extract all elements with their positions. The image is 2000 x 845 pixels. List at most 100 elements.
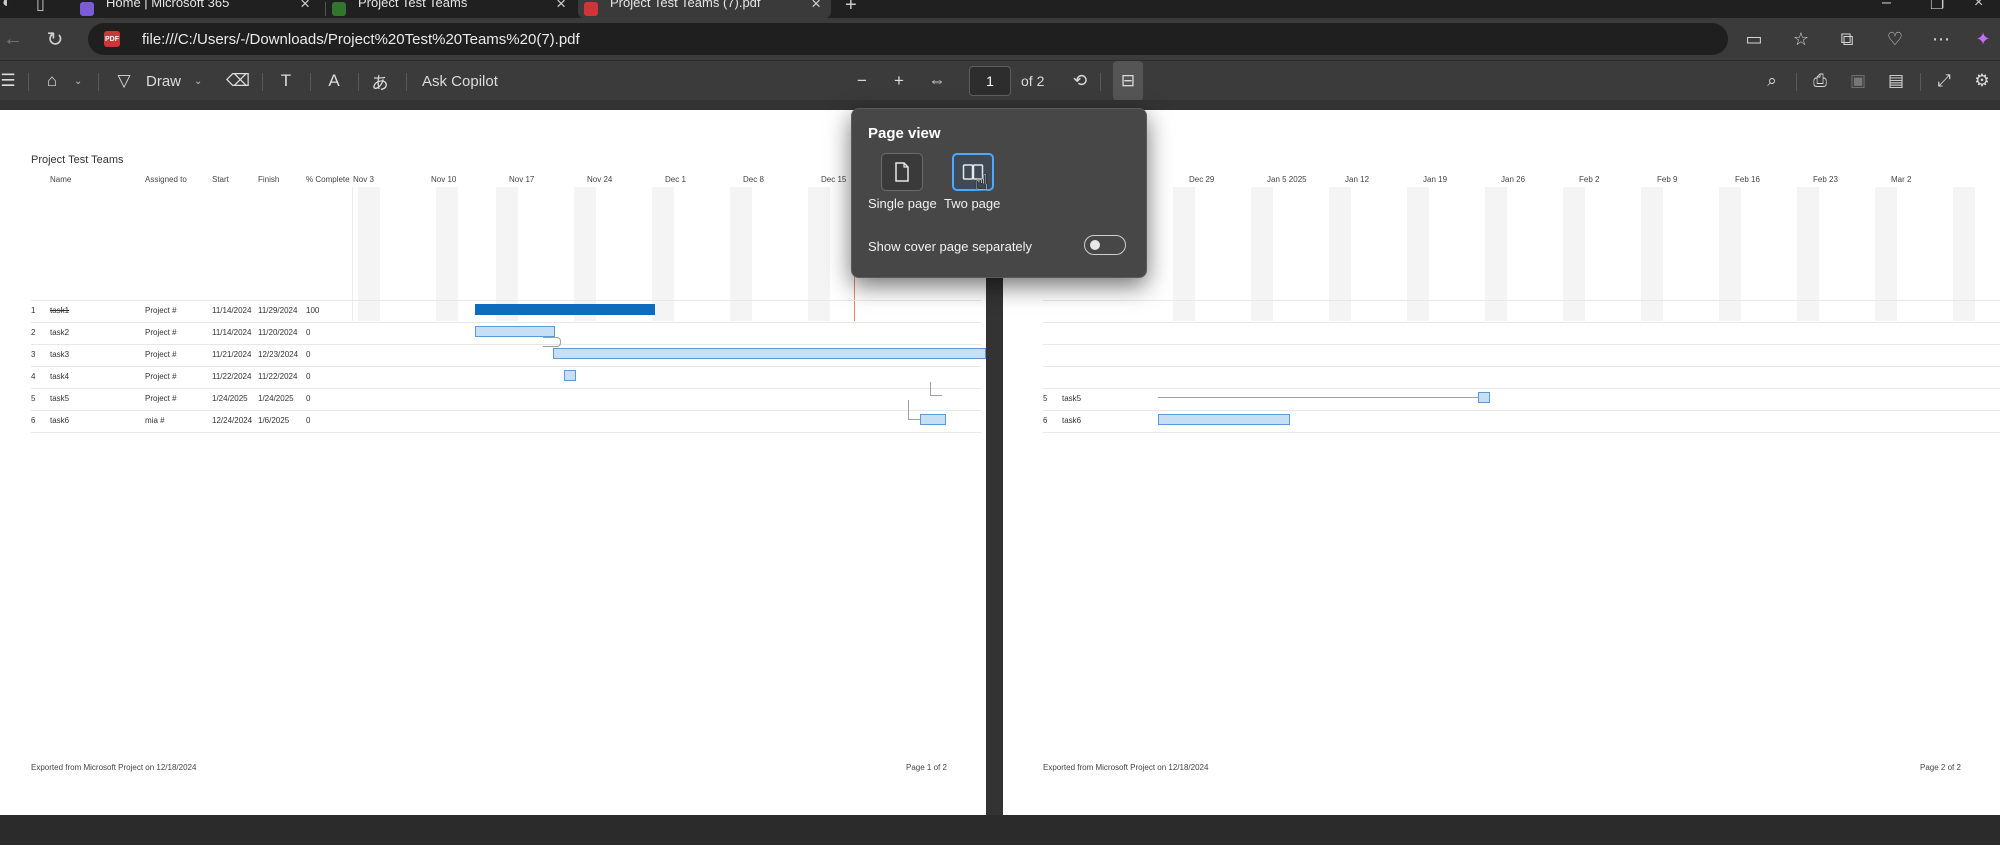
page-total: of 2 — [1021, 73, 1045, 89]
timeline-label: Feb 2 — [1579, 175, 1600, 184]
minimize-icon[interactable]: – — [1882, 0, 1891, 12]
zoom-out-icon[interactable]: − — [848, 61, 876, 101]
highlight-dropdown-icon[interactable]: ⌄ — [74, 61, 82, 101]
refresh-icon[interactable]: ↻ — [42, 26, 68, 52]
profile-icon[interactable]: ◐ — [2, 0, 12, 12]
task-finish: 11/20/2024 — [258, 328, 298, 337]
row-id: 5 — [31, 394, 36, 403]
task-name: task5 — [50, 394, 70, 403]
gantt-bar-task2 — [475, 326, 555, 337]
favorite-icon[interactable]: ☆ — [1788, 26, 1814, 52]
gantt-bar-task6-start — [920, 414, 946, 425]
pdf-file-icon: PDF — [104, 31, 120, 47]
add-text-icon[interactable]: T — [272, 61, 300, 101]
tab-project-test-teams[interactable]: Project Test Teams × — [328, 0, 576, 18]
save-icon[interactable]: ▣ — [1844, 61, 1872, 101]
zoom-in-icon[interactable]: + — [885, 61, 913, 101]
task-name: task5 — [1062, 394, 1082, 403]
more-icon[interactable]: ⋯ — [1928, 26, 1954, 52]
close-tab-icon[interactable]: × — [300, 0, 310, 14]
print-icon[interactable]: ⎙ — [1806, 61, 1834, 101]
page-footer-left: Exported from Microsoft Project on 12/18… — [1043, 763, 1209, 772]
rotate-icon[interactable]: ⟲ — [1066, 61, 1094, 101]
task-complete: 0 — [306, 416, 311, 425]
row-id: 2 — [31, 328, 36, 337]
viewer-bottom — [0, 815, 2000, 845]
task-name: task6 — [1062, 416, 1082, 425]
draw-icon[interactable]: ▽ — [110, 61, 138, 101]
settings-icon[interactable]: ⚙ — [1968, 61, 1996, 101]
timeline-label: Nov 24 — [587, 175, 613, 184]
timeline-label: Mar 2 — [1891, 175, 1912, 184]
task-finish: 12/23/2024 — [258, 350, 299, 359]
header-name: Name — [50, 175, 72, 184]
tab-pdf[interactable]: Project Test Teams (7).pdf × — [578, 0, 831, 18]
task-complete: 0 — [306, 372, 311, 381]
pdf-page-1: Project Test Teams Name Assigned to Star… — [0, 110, 986, 815]
tab-microsoft365[interactable]: Home | Microsoft 365 × — [72, 0, 320, 18]
copilot-icon[interactable]: ✦ — [1970, 26, 1996, 52]
timeline-label: Dec 29 — [1189, 175, 1215, 184]
timeline-label: Nov 10 — [431, 175, 457, 184]
single-page-label[interactable]: Single page — [868, 196, 937, 211]
find-icon[interactable]: ⌕ — [1758, 61, 1786, 101]
timeline-label: Jan 5 2025 — [1267, 175, 1307, 184]
document-title: Project Test Teams — [31, 154, 124, 166]
timeline-label: Feb 9 — [1657, 175, 1678, 184]
row-id: 1 — [31, 306, 36, 315]
two-page-label[interactable]: Two page — [944, 196, 1000, 211]
page-footer-right: Page 2 of 2 — [1920, 763, 1961, 772]
task-assigned: Project # — [145, 372, 177, 381]
address-bar[interactable]: PDF file:///C:/Users/-/Downloads/Project… — [88, 23, 1728, 55]
reading-view-icon[interactable]: ▭ — [1741, 26, 1767, 52]
gantt-bar-task5 — [1478, 392, 1490, 403]
save-as-icon[interactable]: ▤ — [1882, 61, 1910, 101]
fit-page-icon[interactable]: ⇔ — [923, 61, 951, 101]
eraser-icon[interactable]: ⌫ — [224, 61, 252, 101]
draw-dropdown-icon[interactable]: ⌄ — [194, 61, 202, 101]
timeline-label: Dec 1 — [665, 175, 686, 184]
task-name: task4 — [50, 372, 70, 381]
read-aloud-icon[interactable]: A — [320, 61, 348, 101]
task-start: 11/22/2024 — [212, 372, 252, 381]
close-tab-icon[interactable]: × — [556, 0, 566, 14]
single-page-icon — [895, 162, 909, 182]
page-number-input[interactable]: 1 — [969, 66, 1011, 96]
popup-title: Page view — [868, 125, 941, 142]
timeline-label: Jan 12 — [1345, 175, 1370, 184]
gantt-bar-task3 — [553, 348, 986, 359]
task-complete: 0 — [306, 394, 311, 403]
draw-button[interactable]: Draw — [146, 61, 181, 101]
gantt-bar-task6 — [1158, 414, 1290, 425]
timeline-label: Feb 23 — [1813, 175, 1838, 184]
collections-icon[interactable]: ⧉ — [1834, 26, 1860, 52]
contents-icon[interactable]: ☰ — [0, 61, 22, 101]
back-icon[interactable]: ← — [0, 26, 26, 52]
tab-actions-icon[interactable]: ▯ — [36, 0, 45, 14]
ask-copilot-button[interactable]: Ask Copilot — [422, 61, 498, 101]
close-window-icon[interactable]: × — [1974, 0, 1983, 12]
row-id: 6 — [31, 416, 36, 425]
task-name: task1 — [50, 306, 70, 315]
header-finish: Finish — [258, 175, 280, 184]
header-start: Start — [212, 175, 229, 184]
cover-page-toggle[interactable] — [1084, 235, 1126, 255]
page-footer-right: Page 1 of 2 — [906, 763, 947, 772]
address-url[interactable]: file:///C:/Users/-/Downloads/Project%20T… — [142, 31, 580, 48]
pdf-toolbar: ☰ ⌂ ⌄ ▽ Draw ⌄ ⌫ T A あ Ask Copilot − + ⇔… — [0, 60, 2000, 101]
timeline-label: Feb 16 — [1735, 175, 1760, 184]
highlight-icon[interactable]: ⌂ — [38, 61, 66, 101]
restore-icon[interactable]: ❐ — [1930, 0, 1944, 14]
close-tab-icon[interactable]: × — [811, 0, 821, 14]
translate-icon[interactable]: あ — [366, 61, 394, 101]
page-view-icon[interactable]: ⊟ — [1113, 61, 1143, 101]
task-assigned: Project # — [145, 394, 177, 403]
task-name: task6 — [50, 416, 70, 425]
fullscreen-icon[interactable]: ⤢ — [1930, 61, 1958, 101]
browser-essentials-icon[interactable]: ♡ — [1882, 26, 1908, 52]
timeline-label: Jan 19 — [1423, 175, 1448, 184]
new-tab-icon[interactable]: + — [845, 0, 857, 17]
single-page-option[interactable] — [881, 153, 923, 191]
task-start: 11/21/2024 — [212, 350, 252, 359]
task-finish: 11/29/2024 — [258, 306, 298, 315]
